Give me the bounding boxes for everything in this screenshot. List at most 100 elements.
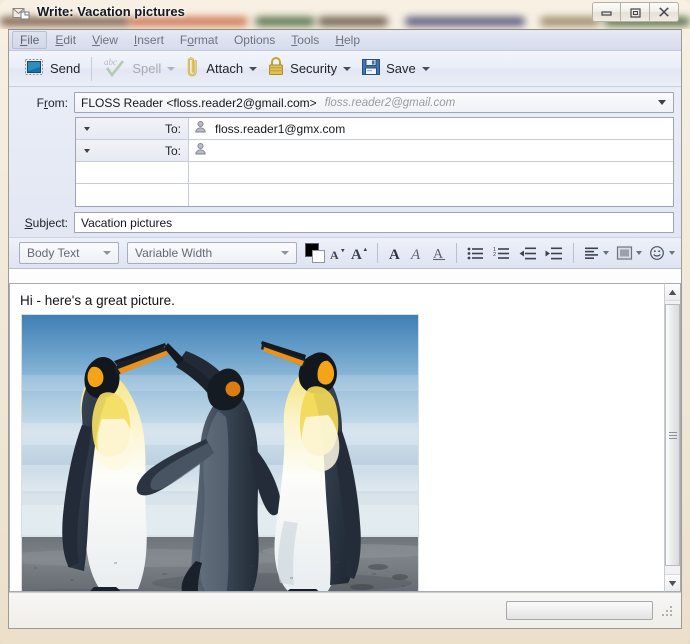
italic-button[interactable]: A xyxy=(406,241,428,265)
compose-mail-icon xyxy=(12,5,31,21)
chevron-down-icon[interactable] xyxy=(603,251,609,255)
title-bar[interactable]: Write: Vacation pictures xyxy=(0,0,690,29)
recipient-input[interactable] xyxy=(189,184,673,206)
inline-image-penguins[interactable] xyxy=(21,314,419,592)
outdent-button[interactable] xyxy=(515,241,541,265)
close-button[interactable] xyxy=(650,2,679,22)
recipient-type-selector[interactable] xyxy=(76,184,189,206)
recipient-type-selector[interactable]: To: xyxy=(76,140,189,161)
editor-area: Hi - here's a great picture. xyxy=(9,283,681,592)
contact-person-icon xyxy=(194,142,207,160)
recipient-input[interactable] xyxy=(189,162,673,183)
chevron-down-icon[interactable] xyxy=(658,100,666,105)
editor-vertical-scrollbar[interactable] xyxy=(664,283,681,592)
chevron-down-icon[interactable] xyxy=(636,251,642,255)
menu-file[interactable]: File xyxy=(12,31,47,49)
from-identity-name: FLOSS Reader <floss.reader2@gmail.com> xyxy=(81,96,317,110)
svg-text:A: A xyxy=(410,247,421,261)
svg-text:A: A xyxy=(351,247,362,262)
from-row: From: FLOSS Reader <floss.reader2@gmail.… xyxy=(16,92,674,113)
addressing-widget: To: floss.reader1@gmx.com xyxy=(75,117,674,207)
toolbar-separator xyxy=(573,243,574,263)
chevron-down-icon[interactable] xyxy=(249,67,257,71)
subject-value: Vacation pictures xyxy=(81,216,172,230)
window-controls xyxy=(592,2,679,22)
insert-object-button[interactable] xyxy=(613,241,635,265)
toolbar-separator xyxy=(456,243,457,263)
scrollbar-track[interactable] xyxy=(665,301,680,574)
message-body-editor[interactable]: Hi - here's a great picture. xyxy=(9,283,664,592)
svg-text:A: A xyxy=(433,247,444,261)
recipient-row-empty[interactable] xyxy=(76,162,673,184)
recipient-row[interactable]: To: xyxy=(76,140,673,162)
spell-button[interactable]: abc Spell xyxy=(98,54,180,84)
chevron-down-icon[interactable] xyxy=(281,251,289,255)
underline-button[interactable]: A xyxy=(428,241,450,265)
menu-view[interactable]: View xyxy=(84,31,126,49)
text-color-picker[interactable] xyxy=(305,243,325,263)
save-button[interactable]: Save xyxy=(356,54,435,84)
background-color-swatch[interactable] xyxy=(312,250,325,263)
compose-window: Write: Vacation pictures File Edit View … xyxy=(0,0,690,644)
paragraph-format-dropdown[interactable]: Body Text xyxy=(19,242,119,264)
scroll-down-button[interactable] xyxy=(665,574,680,591)
maximize-button[interactable] xyxy=(621,2,650,22)
send-button[interactable]: Send xyxy=(19,54,85,84)
font-face-value: Variable Width xyxy=(135,246,212,260)
toolbar-separator xyxy=(377,243,378,263)
recipient-type-label: To: xyxy=(165,144,181,158)
resize-grip-icon[interactable] xyxy=(661,604,675,618)
recipient-input[interactable] xyxy=(189,140,673,161)
chevron-down-icon[interactable] xyxy=(422,67,430,71)
font-face-dropdown[interactable]: Variable Width xyxy=(127,242,297,264)
numbered-list-button[interactable]: 1 2 xyxy=(489,241,515,265)
chevron-down-icon[interactable] xyxy=(669,251,675,255)
recipient-row-empty[interactable] xyxy=(76,184,673,206)
subject-row: Subject: Vacation pictures xyxy=(16,212,674,233)
recipient-row[interactable]: To: floss.reader1@gmx.com xyxy=(76,118,673,140)
minimize-button[interactable] xyxy=(592,2,621,22)
spellcheck-icon: abc xyxy=(103,56,127,81)
menu-insert[interactable]: Insert xyxy=(126,31,172,49)
desktop-blur-blob xyxy=(405,17,525,26)
message-body-text[interactable]: Hi - here's a great picture. xyxy=(20,293,664,308)
scroll-up-button[interactable] xyxy=(665,284,680,301)
indent-button[interactable] xyxy=(541,241,567,265)
chevron-down-icon[interactable] xyxy=(103,251,111,255)
recipient-type-selector[interactable]: To: xyxy=(76,118,189,139)
smiley-button[interactable] xyxy=(646,241,668,265)
window-title: Write: Vacation pictures xyxy=(37,4,185,19)
floppy-save-icon xyxy=(361,57,381,80)
decrease-font-size-button[interactable]: A xyxy=(327,241,349,265)
status-bar xyxy=(9,592,681,628)
message-headers: From: FLOSS Reader <floss.reader2@gmail.… xyxy=(9,87,681,237)
svg-text:A: A xyxy=(389,247,400,261)
subject-input[interactable]: Vacation pictures xyxy=(74,212,674,233)
desktop-blur-blob xyxy=(540,17,600,26)
menu-tools[interactable]: Tools xyxy=(283,31,327,49)
svg-text:2: 2 xyxy=(493,252,496,258)
spell-label: Spell xyxy=(132,61,161,76)
chevron-down-icon[interactable] xyxy=(167,67,175,71)
security-button[interactable]: Security xyxy=(262,54,356,84)
scrollbar-thumb[interactable] xyxy=(665,304,680,566)
formatting-toolbar: Body Text Variable Width A A xyxy=(9,237,681,269)
chevron-down-icon[interactable] xyxy=(84,149,90,153)
recipient-type-selector[interactable] xyxy=(76,162,189,183)
bullet-list-button[interactable] xyxy=(463,241,489,265)
recipient-address: floss.reader1@gmx.com xyxy=(215,122,345,136)
bold-button[interactable]: A xyxy=(384,241,406,265)
chevron-down-icon[interactable] xyxy=(343,67,351,71)
menu-edit[interactable]: Edit xyxy=(47,31,84,49)
progress-meter xyxy=(506,601,653,620)
attach-button[interactable]: Attach xyxy=(180,54,262,84)
chevron-down-icon[interactable] xyxy=(84,127,90,131)
send-label: Send xyxy=(50,61,80,76)
align-button[interactable] xyxy=(580,241,602,265)
recipient-input[interactable]: floss.reader1@gmx.com xyxy=(189,118,673,139)
increase-font-size-button[interactable]: A xyxy=(349,241,371,265)
menu-format[interactable]: Format xyxy=(172,31,226,49)
menu-help[interactable]: Help xyxy=(327,31,368,49)
from-selector[interactable]: FLOSS Reader <floss.reader2@gmail.com> f… xyxy=(74,92,674,113)
menu-options[interactable]: Options xyxy=(226,31,283,49)
